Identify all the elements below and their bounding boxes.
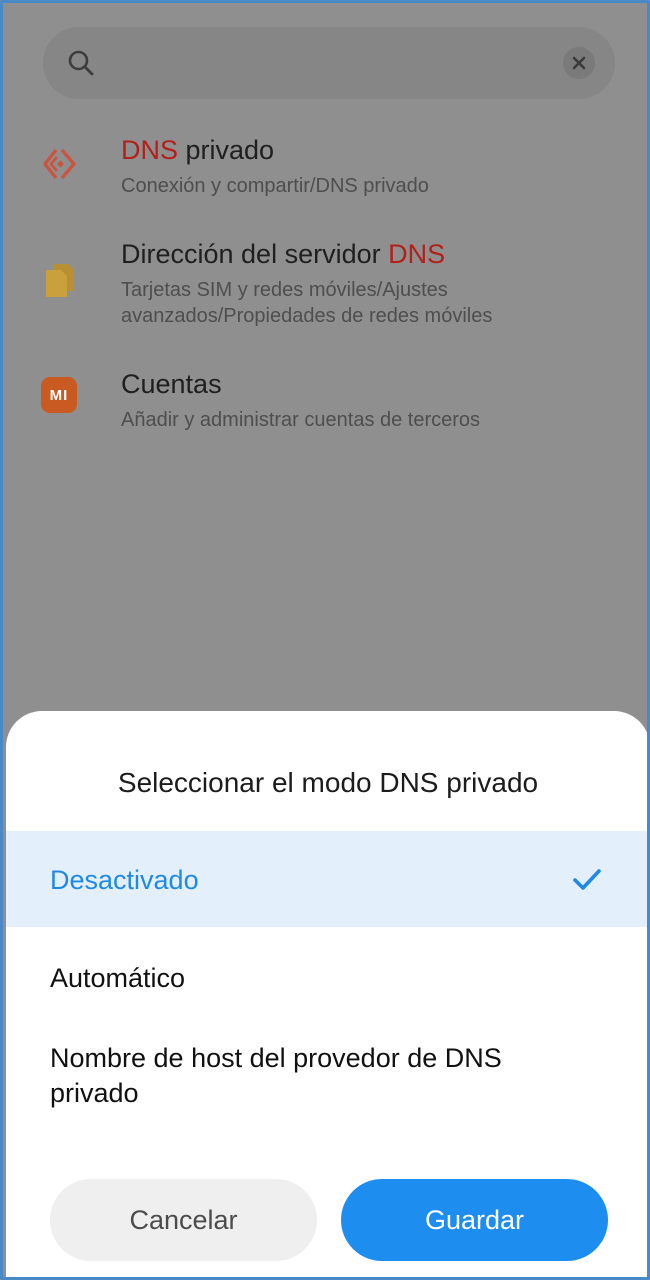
option-nombre-host[interactable]: Nombre de host del provedor de DNS priva…	[6, 1023, 647, 1139]
search-result-dns-privado[interactable]: DNS privado Conexión y compartir/DNS pri…	[3, 131, 647, 211]
search-icon	[68, 50, 94, 76]
mi-logo-icon: MI	[41, 377, 77, 413]
title-highlight: DNS	[121, 135, 179, 165]
save-button[interactable]: Guardar	[341, 1179, 608, 1261]
dialog-title: Seleccionar el modo DNS privado	[117, 767, 539, 798]
title-highlight: DNS	[388, 239, 446, 269]
search-result-direccion-servidor-dns[interactable]: Dirección del servidor DNS Tarjetas SIM …	[3, 235, 647, 335]
mi-logo-text: MI	[49, 386, 69, 404]
search-result-cuentas[interactable]: MI Cuentas Añadir y administrar cuentas …	[3, 365, 647, 445]
title-text: privado	[178, 135, 275, 165]
screen: DNS privado Conexión y compartir/DNS pri…	[0, 0, 650, 1280]
clear-search-button[interactable]	[563, 47, 595, 79]
clear-icon	[572, 56, 586, 70]
vpn-icon	[43, 148, 76, 180]
checkmark-icon	[573, 869, 601, 890]
option-label: Desactivado	[50, 865, 199, 895]
search-bar[interactable]	[43, 27, 615, 99]
search-input[interactable]	[113, 43, 557, 85]
result-subtitle: Añadir y administrar cuentas de terceros	[121, 409, 481, 431]
result-subtitle: Tarjetas SIM y redes móviles/Ajustes ava…	[121, 279, 493, 327]
option-label: Automático	[50, 963, 186, 993]
option-automatico[interactable]: Automático	[6, 927, 647, 1023]
result-title: DNS privado	[121, 135, 274, 166]
title-text: Dirección del servidor	[121, 239, 389, 269]
option-desactivado[interactable]: Desactivado	[6, 831, 647, 927]
cancel-button[interactable]: Cancelar	[50, 1179, 317, 1261]
result-title: Dirección del servidor DNS	[121, 239, 445, 270]
result-subtitle: Conexión y compartir/DNS privado	[121, 175, 429, 197]
result-title: Cuentas	[121, 369, 222, 399]
option-label: Nombre de host del provedor de DNS priva…	[50, 1043, 502, 1108]
sim-card-icon	[46, 264, 74, 297]
